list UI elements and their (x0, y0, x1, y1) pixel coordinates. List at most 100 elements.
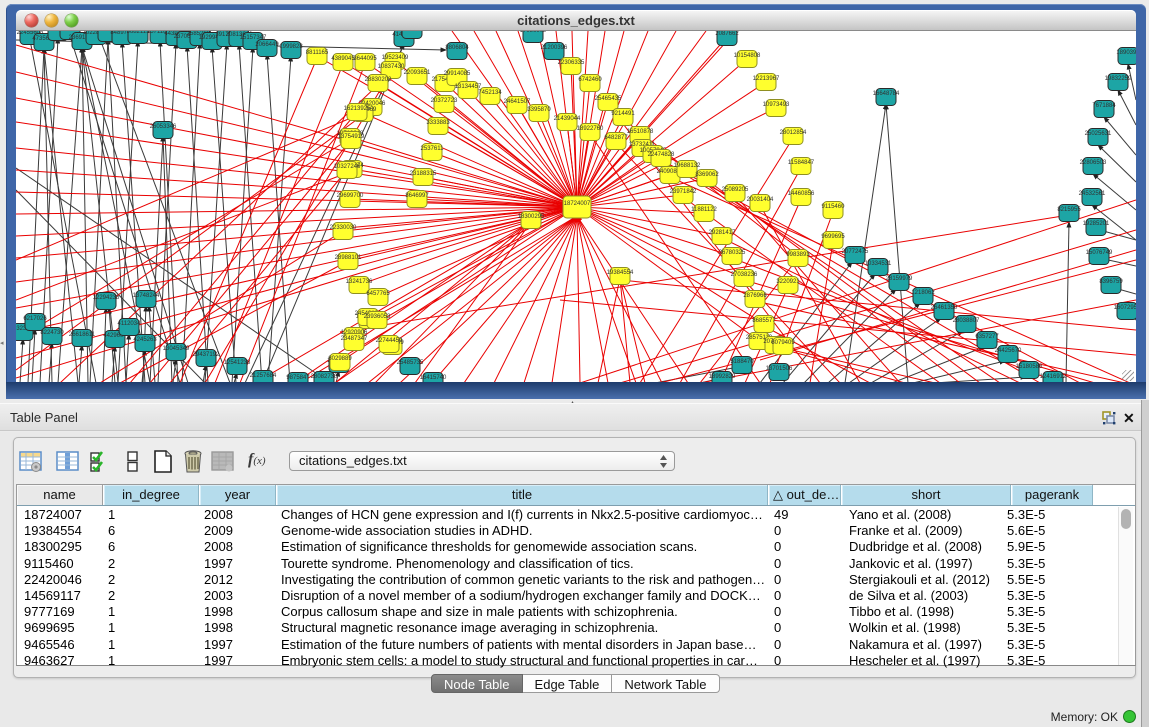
svg-text:18724007: 18724007 (564, 201, 591, 207)
svg-text:6482877: 6482877 (604, 135, 628, 141)
svg-text:9699695: 9699695 (821, 234, 845, 240)
svg-text:12213967: 12213967 (753, 76, 780, 82)
svg-text:2087662: 2087662 (715, 31, 739, 37)
svg-text:7671884: 7671884 (1092, 103, 1116, 109)
svg-text:19688132: 19688132 (674, 163, 701, 169)
svg-text:26461350: 26461350 (931, 305, 958, 311)
svg-text:8369062: 8369062 (695, 172, 719, 178)
svg-text:13045349: 13045349 (163, 346, 190, 352)
svg-text:22093651: 22093651 (404, 70, 431, 76)
svg-text:7452134: 7452134 (478, 90, 502, 96)
svg-text:11881122: 11881122 (691, 207, 717, 213)
svg-text:6457765: 6457765 (366, 291, 390, 297)
svg-text:22306335: 22306335 (558, 60, 585, 66)
svg-text:1999828: 1999828 (279, 44, 303, 50)
svg-text:22330030: 22330030 (330, 225, 357, 231)
svg-text:15180586: 15180586 (1016, 364, 1043, 370)
svg-text:29281417: 29281417 (709, 230, 736, 236)
svg-text:28012854: 28012854 (780, 130, 807, 136)
svg-text:20372723: 20372723 (431, 98, 458, 104)
svg-text:3333883: 3333883 (426, 120, 450, 126)
svg-text:23188315: 23188315 (410, 171, 437, 177)
svg-text:25089205: 25089205 (722, 187, 749, 193)
svg-text:9983893: 9983893 (786, 252, 810, 258)
svg-text:3220921: 3220921 (776, 279, 800, 285)
svg-text:22474828: 22474828 (648, 152, 675, 158)
svg-text:8646997: 8646997 (405, 193, 429, 199)
svg-text:13748244: 13748244 (133, 293, 160, 299)
svg-text:19384554: 19384554 (607, 270, 634, 276)
svg-text:1890399: 1890399 (1116, 50, 1136, 56)
svg-text:29914085: 29914085 (444, 71, 471, 77)
svg-text:10327246: 10327246 (334, 164, 361, 170)
svg-text:24641507: 24641507 (504, 99, 531, 105)
svg-text:6357277: 6357277 (975, 334, 999, 340)
svg-text:22744459: 22744459 (376, 338, 403, 344)
svg-text:16415740: 16415740 (420, 375, 447, 381)
svg-text:28830202: 28830202 (365, 77, 392, 83)
svg-text:20031404: 20031404 (747, 197, 774, 203)
svg-text:9214491: 9214491 (611, 111, 635, 117)
svg-text:28988101: 28988101 (335, 255, 362, 261)
svg-text:8806804: 8806804 (445, 45, 469, 51)
svg-text:2876966: 2876966 (743, 293, 767, 299)
svg-text:5188470: 5188470 (730, 359, 754, 365)
svg-text:11584847: 11584847 (788, 160, 815, 166)
svg-text:19523409: 19523409 (382, 55, 409, 61)
svg-text:18922760: 18922760 (577, 126, 604, 132)
svg-text:28082730: 28082730 (311, 374, 338, 380)
svg-text:26053346: 26053346 (150, 124, 177, 130)
svg-text:8396759: 8396759 (1099, 279, 1123, 285)
svg-text:8215955: 8215955 (1057, 207, 1081, 213)
svg-text:18300295: 18300295 (518, 214, 545, 220)
svg-text:16648784: 16648784 (873, 91, 900, 97)
svg-text:3644095: 3644095 (353, 56, 377, 62)
svg-text:8224730: 8224730 (40, 330, 64, 336)
svg-text:8811165: 8811165 (306, 50, 329, 56)
svg-text:28038807: 28038807 (953, 318, 980, 324)
svg-text:16213925: 16213925 (344, 106, 371, 112)
svg-text:18992829: 18992829 (709, 374, 736, 380)
svg-text:25485735: 25485735 (397, 360, 424, 366)
svg-text:8079409: 8079409 (771, 340, 795, 346)
svg-text:4245263: 4245263 (133, 337, 157, 343)
svg-text:10837430: 10837430 (378, 64, 405, 70)
svg-text:15076749: 15076749 (1086, 250, 1113, 256)
svg-text:12416912: 12416912 (1040, 374, 1067, 380)
svg-text:10154808: 10154808 (734, 53, 761, 59)
svg-text:23971842: 23971842 (670, 189, 697, 195)
svg-text:13701506: 13701506 (766, 366, 793, 372)
svg-text:22806503: 22806503 (1080, 160, 1107, 166)
svg-text:2537611: 2537611 (421, 146, 445, 152)
svg-text:21439044: 21439044 (554, 116, 581, 122)
svg-text:29437192: 29437192 (193, 352, 220, 358)
svg-text:4389045: 4389045 (331, 56, 355, 62)
svg-text:23487347: 23487347 (341, 336, 368, 342)
svg-text:17956909: 17956909 (520, 31, 547, 34)
svg-text:16510878: 16510878 (627, 129, 654, 135)
svg-text:25025631: 25025631 (1085, 131, 1112, 137)
svg-text:1218062: 1218062 (911, 290, 935, 296)
svg-text:26618611: 26618611 (69, 332, 96, 338)
svg-text:13754919: 13754919 (338, 134, 365, 140)
svg-text:6217026: 6217026 (23, 316, 47, 322)
svg-text:4112034: 4112034 (118, 321, 142, 327)
svg-text:25465435: 25465435 (595, 96, 622, 102)
svg-text:19285201: 19285201 (1083, 221, 1110, 227)
svg-text:24425670: 24425670 (995, 348, 1022, 354)
svg-text:13241736: 13241736 (346, 279, 373, 285)
svg-text:2066449: 2066449 (255, 42, 279, 48)
svg-text:27038236: 27038236 (731, 272, 758, 278)
svg-text:21257684: 21257684 (250, 373, 277, 379)
svg-text:8029889: 8029889 (328, 356, 352, 362)
svg-text:10973493: 10973493 (763, 102, 790, 108)
svg-text:29699700: 29699700 (337, 193, 364, 199)
svg-text:20772475: 20772475 (842, 249, 869, 255)
svg-text:24532561: 24532561 (1079, 191, 1106, 197)
svg-text:10334531: 10334531 (865, 261, 892, 267)
svg-text:8685577: 8685577 (752, 318, 776, 324)
svg-text:28159979: 28159979 (886, 276, 913, 282)
svg-text:21200396: 21200396 (541, 45, 568, 51)
svg-text:23936053: 23936053 (364, 314, 391, 320)
svg-text:9115460: 9115460 (822, 204, 846, 210)
